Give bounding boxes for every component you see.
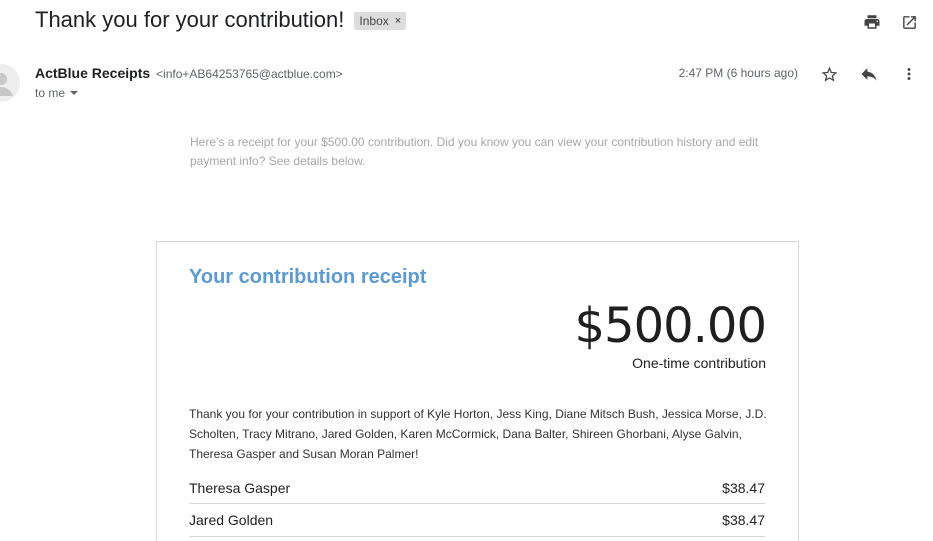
recipient-label: to me (35, 86, 66, 100)
more-vertical-icon[interactable] (899, 64, 919, 84)
caret-down-icon (70, 91, 79, 95)
inbox-label-chip[interactable]: Inbox × (354, 12, 407, 30)
receipt-title: Your contribution receipt (189, 266, 427, 288)
email-timestamp: 2:47 PM (6 hours ago) (678, 66, 798, 80)
sender-email: <info+AB64253765@actblue.com> (156, 67, 343, 81)
reply-icon[interactable] (859, 64, 879, 84)
line-item: Theresa Gasper $38.47 (189, 472, 765, 504)
recipient-line-items: Theresa Gasper $38.47 Jared Golden $38.4… (189, 472, 765, 537)
sender-info: ActBlue Receipts <info+AB64253765@actblu… (35, 65, 343, 81)
recipient-details-toggle[interactable]: to me (35, 86, 79, 100)
default-avatar-icon (0, 64, 20, 102)
line-item-name: Jared Golden (189, 512, 274, 528)
email-preheader: Here’s a receipt for your $500.00 contri… (190, 135, 759, 168)
inbox-label-text: Inbox (359, 14, 389, 28)
subject-actions (862, 12, 919, 32)
email-subject-row: Thank you for your contribution! Inbox × (35, 7, 407, 33)
contribution-amount: $500.00 (574, 298, 767, 354)
message-actions (819, 64, 919, 84)
email-view: Thank you for your contribution! Inbox ×… (0, 0, 933, 541)
star-icon[interactable] (819, 64, 839, 84)
thank-you-message: Thank you for your contribution in suppo… (189, 407, 767, 461)
remove-label-icon[interactable]: × (395, 15, 401, 27)
contribution-type: One-time contribution (632, 355, 766, 371)
sender-name[interactable]: ActBlue Receipts (35, 65, 150, 81)
email-subject: Thank you for your contribution! (35, 7, 345, 32)
receipt-card: Your contribution receipt $500.00 One-ti… (156, 241, 799, 541)
print-icon[interactable] (862, 12, 882, 32)
line-item-amount: $38.47 (722, 512, 765, 528)
line-item: Jared Golden $38.47 (189, 504, 765, 537)
line-item-amount: $38.47 (722, 479, 765, 496)
open-in-new-window-icon[interactable] (899, 12, 919, 32)
line-item-name: Theresa Gasper (189, 479, 291, 496)
